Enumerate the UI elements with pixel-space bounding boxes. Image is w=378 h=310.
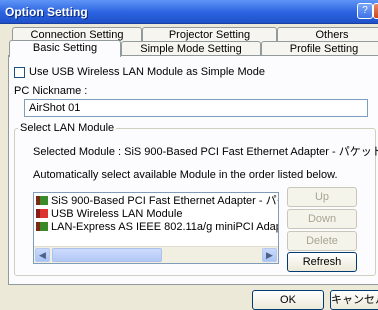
usb-wlan-icon bbox=[36, 209, 48, 218]
down-button[interactable]: Down bbox=[287, 209, 357, 229]
up-button[interactable]: Up bbox=[287, 187, 357, 207]
ok-button[interactable]: OK bbox=[252, 290, 324, 310]
auto-select-text: Automatically select available Module in… bbox=[33, 169, 338, 181]
network-adapter-icon bbox=[36, 196, 48, 205]
lan-module-group-label: Select LAN Module bbox=[18, 122, 117, 134]
tab-basic-setting[interactable]: Basic Setting bbox=[9, 40, 121, 57]
nickname-label: PC Nickname : bbox=[14, 85, 88, 97]
list-item[interactable]: USB Wireless LAN Module bbox=[36, 208, 182, 221]
help-icon[interactable]: ? bbox=[357, 3, 373, 19]
scroll-left-icon[interactable]: ◀ bbox=[35, 248, 50, 262]
list-item[interactable]: LAN-Express AS IEEE 802.11a/g miniPCI Ad… bbox=[36, 221, 278, 234]
selected-module-text: Selected Module : SiS 900-Based PCI Fast… bbox=[33, 146, 378, 158]
scroll-right-icon[interactable]: ▶ bbox=[262, 248, 277, 262]
tab-simple-mode-setting[interactable]: Simple Mode Setting bbox=[121, 41, 261, 56]
module-list[interactable]: SiS 900-Based PCI Fast Ethernet Adapter … bbox=[33, 192, 279, 264]
close-icon[interactable]: × bbox=[373, 3, 378, 19]
nickname-input[interactable]: AirShot 01 bbox=[24, 99, 368, 117]
network-adapter-icon bbox=[36, 222, 48, 231]
tab-others[interactable]: Others bbox=[277, 27, 378, 42]
list-item[interactable]: SiS 900-Based PCI Fast Ethernet Adapter … bbox=[36, 195, 278, 208]
title-bar[interactable]: Option Setting ? × bbox=[0, 0, 378, 24]
usb-simple-mode-label: Use USB Wireless LAN Module as Simple Mo… bbox=[29, 66, 265, 78]
tab-projector-setting[interactable]: Projector Setting bbox=[142, 27, 277, 42]
delete-button[interactable]: Delete bbox=[287, 231, 357, 251]
scroll-thumb[interactable] bbox=[52, 248, 162, 262]
option-setting-window: Option Setting ? × Connection Setting Pr… bbox=[0, 0, 378, 310]
usb-simple-mode-checkbox[interactable] bbox=[14, 67, 25, 78]
cancel-button[interactable]: キャンセル bbox=[330, 290, 378, 310]
window-title: Option Setting bbox=[5, 5, 88, 19]
horizontal-scrollbar[interactable]: ◀ ▶ bbox=[34, 246, 278, 263]
tab-profile-setting[interactable]: Profile Setting bbox=[261, 41, 378, 56]
refresh-button[interactable]: Refresh bbox=[287, 252, 357, 272]
